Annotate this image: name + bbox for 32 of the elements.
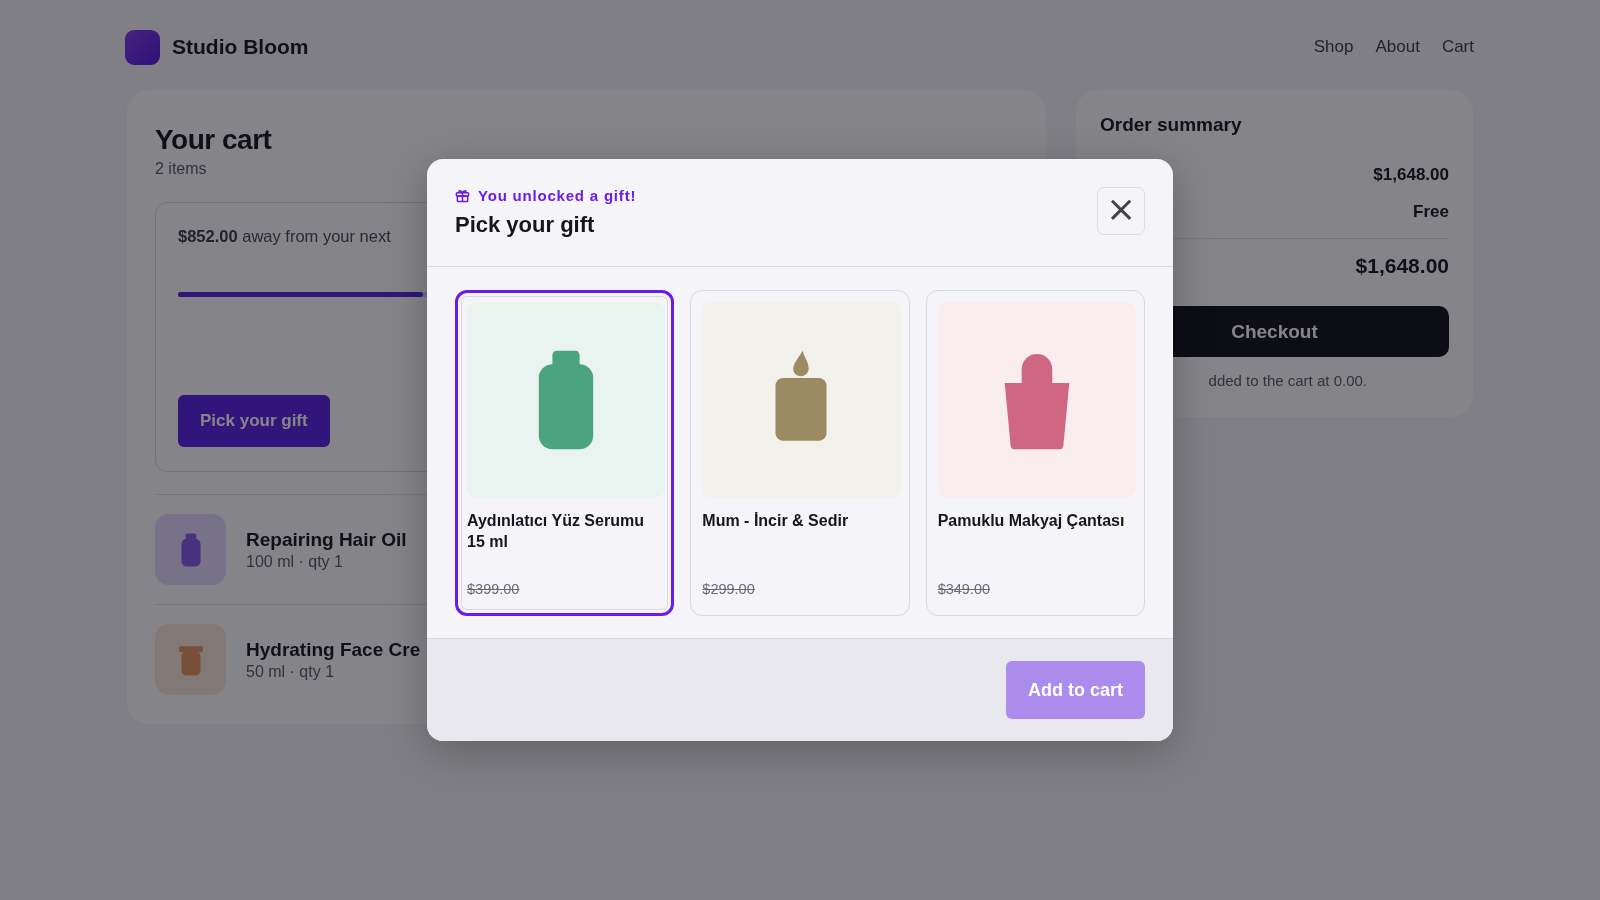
gift-unlocked-label: You unlocked a gift! bbox=[478, 187, 637, 204]
brand-name: Studio Bloom bbox=[172, 35, 309, 59]
gift-price: $399.00 bbox=[467, 581, 521, 597]
nav-link[interactable]: Shop bbox=[1313, 37, 1354, 57]
nav-link[interactable]: About bbox=[1375, 37, 1420, 57]
gift-name: Pamuklu Makyaj Çantası bbox=[937, 511, 1126, 531]
gift-icon bbox=[455, 188, 470, 203]
product-name: Hydrating Face Cre bbox=[246, 638, 421, 661]
close-button[interactable]: × bbox=[1097, 187, 1145, 235]
gift-option[interactable]: Mum - İncir & Sedir $299.00 bbox=[690, 290, 910, 616]
summary-value: Free bbox=[1413, 201, 1449, 222]
product-detail: 100 ml · qty 1 bbox=[246, 552, 344, 571]
pick-gift-button[interactable]: Pick your gift bbox=[178, 394, 330, 447]
summary-value: $1,648.00 bbox=[1373, 164, 1449, 185]
product-name: Repairing Hair Oil bbox=[246, 528, 407, 551]
total-value: $1,648.00 bbox=[1355, 254, 1449, 278]
gift-option[interactable]: Pamuklu Makyaj Çantası $349.00 bbox=[925, 290, 1145, 616]
nav-link[interactable]: Cart bbox=[1441, 37, 1474, 57]
gift-name: Mum - İncir & Sedir bbox=[702, 511, 850, 531]
gift-name: Aydınlatıcı Yüz Serumu 15 ml bbox=[467, 511, 645, 552]
product-detail: 50 ml · qty 1 bbox=[246, 662, 336, 681]
gift-price: $299.00 bbox=[702, 581, 756, 597]
dialog-title: Pick your gift bbox=[455, 212, 596, 238]
add-to-cart-button[interactable]: Add to cart bbox=[1006, 661, 1145, 719]
item-count: 2 items bbox=[155, 160, 208, 178]
logo-icon bbox=[125, 29, 160, 65]
gift-price: $349.00 bbox=[937, 581, 992, 597]
summary-title: Order summary bbox=[1100, 114, 1243, 136]
cart-title: Your cart bbox=[155, 124, 273, 156]
summary-note: dded to the cart at 0.00. bbox=[1208, 372, 1367, 389]
progress-message: $852.00 away from your next bbox=[178, 227, 391, 246]
gift-option[interactable]: Aydınlatıcı Yüz Serumu 15 ml $399.00 bbox=[455, 290, 675, 616]
